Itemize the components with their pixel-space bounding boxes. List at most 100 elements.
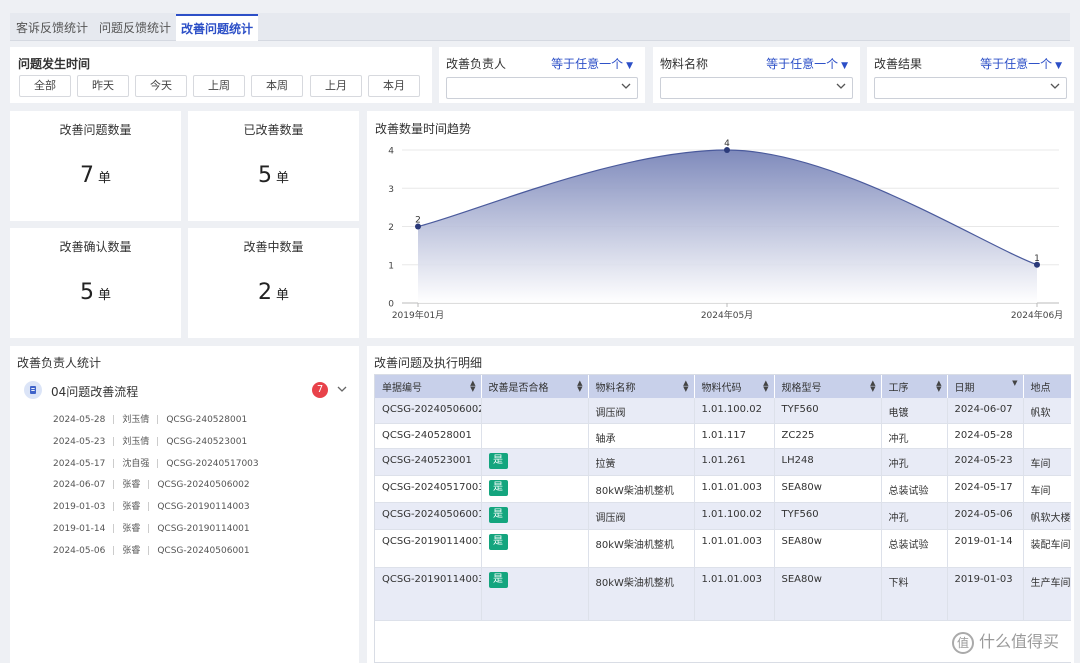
owner-list-item[interactable]: 2019-01-03 张睿 QCSG-20190114003 [53,499,250,515]
table-cell [1023,423,1071,449]
tab-bar: 客诉反馈统计 问题反馈统计 改善问题统计 [10,13,1070,41]
filter-owner-operator[interactable]: 等于任意一个 ▼ [551,55,633,72]
filter-material-select[interactable] [660,77,853,99]
filter-material-operator[interactable]: 等于任意一个 ▼ [766,55,848,72]
owner-list-item[interactable]: 2024-05-17 沈自强 QCSG-20240517003 [53,456,259,472]
table-row[interactable]: QCSG-20240517003 是 80kW柴油机整机 1.01.01.003 SEA… [375,475,1071,503]
time-btn-yesterday[interactable]: 昨天 [77,75,129,97]
chevron-down-icon [621,83,631,89]
kpi-unit: 单 [275,288,289,303]
item-person: 张睿 [122,480,141,490]
column-header[interactable]: 物料名称 ▲ ▼ [588,375,695,398]
y-tick-label: 1 [388,261,394,271]
owner-list-item[interactable]: 2024-06-07 张睿 QCSG-20240506002 [53,477,250,493]
table-cell: 下料 [881,567,948,621]
chevron-down-icon[interactable] [336,383,348,395]
column-header[interactable]: 规格型号 ▲ ▼ [774,375,882,398]
caret-down-icon[interactable]: ▼ [1012,380,1017,387]
divider [148,524,150,533]
table-cell: 2019-01-03 [947,567,1024,621]
table-cell: 是 [481,502,589,530]
sort-icon[interactable]: ▲ ▼ [936,380,941,393]
item-date: 2019-01-14 [53,524,106,534]
qualified-badge: 是 [488,506,508,523]
time-filter-title: 问题发生时间 [18,57,91,71]
table-cell: 是 [481,448,589,476]
item-code: QCSG-20240506002 [157,480,250,490]
time-btn-today[interactable]: 今天 [135,75,187,97]
item-person: 张睿 [122,524,141,534]
column-header[interactable]: 改善是否合格 ▲ ▼ [481,375,589,398]
table-cell: SEA80w [774,567,882,621]
time-filter-panel: 问题发生时间 全部 昨天 今天 上周 本周 上月 本月 [10,47,432,103]
table-cell: LH248 [774,448,882,476]
y-tick-label: 4 [388,147,394,157]
divider [148,502,150,511]
item-date: 2024-05-06 [53,546,106,556]
table-cell: QCSG-20190114001 [375,529,482,568]
table-row[interactable]: QCSG-20240506001 是 调压阀 1.01.100.02 TYF560 冲孔 2… [375,502,1071,530]
table-row[interactable]: QCSG-240523001 是 拉簧 1.01.261 LH248 冲孔 2024-05-… [375,448,1071,476]
time-btn-this-month[interactable]: 本月 [368,75,420,97]
time-btn-last-week[interactable]: 上周 [193,75,245,97]
column-header[interactable]: 物料代码 ▲ ▼ [694,375,775,398]
caret-down-icon: ▼ [1055,61,1062,71]
column-header[interactable]: 地点 [1023,375,1071,398]
table-cell: 1.01.100.02 [694,398,775,424]
data-label: 4 [724,139,730,149]
tab-issue-feedback-stats[interactable]: 问题反馈统计 [94,15,176,41]
table-cell: TYF560 [774,502,882,530]
table-row[interactable]: QCSG-240528001 轴承 1.01.117 ZC225 冲孔 2024-05-2… [375,423,1071,449]
item-date: 2024-05-23 [53,437,106,447]
detail-table-scroll[interactable]: 单据编号 ▲ ▼ 改善是否合格 ▲ ▼ 物料名称 ▲ ▼ 物料代码 ▲ ▼ 规格型号 ▲ ▼ 工序 ▲ ▼ 日期 ▼ 地… [374,374,1071,663]
table-cell: TYF560 [774,398,882,424]
table-row[interactable]: QCSG-20190114003 是 80kW柴油机整机 1.01.01.003 SEA… [375,567,1071,621]
table-row[interactable]: QCSG-20240506002 调压阀 1.01.100.02 TYF560 电镀 20… [375,398,1071,424]
flow-name: 04问题改善流程 [51,385,139,399]
time-btn-all[interactable]: 全部 [19,75,71,97]
column-header[interactable]: 单据编号 ▲ ▼ [375,375,482,398]
filter-result-select[interactable] [874,77,1067,99]
filter-owner-select[interactable] [446,77,638,99]
area-fill [418,150,1037,303]
column-header-label: 工序 [888,383,909,394]
time-btn-this-week[interactable]: 本周 [251,75,303,97]
sort-icon[interactable]: ▲ ▼ [763,380,768,393]
item-code: QCSG-20190114003 [157,502,250,512]
column-header-label: 物料名称 [595,383,636,394]
caret-down-icon: ▼ [626,61,633,71]
owner-list-item[interactable]: 2024-05-06 张睿 QCSG-20240506001 [53,543,250,559]
qualified-badge: 是 [488,479,508,496]
sort-icon[interactable]: ▲ ▼ [577,380,582,393]
owner-list-item[interactable]: 2024-05-28 刘玉倩 QCSG-240528001 [53,412,247,428]
detail-table-title: 改善问题及执行明细 [374,356,483,370]
table-row[interactable]: QCSG-20190114001 是 80kW柴油机整机 1.01.01.003 SEA… [375,529,1071,568]
owner-list-item[interactable]: 2019-01-14 张睿 QCSG-20190114001 [53,521,250,537]
sort-icon[interactable]: ▲ ▼ [870,380,875,393]
table-cell: 车间 [1023,475,1071,503]
item-code: QCSG-240528001 [166,415,248,425]
tab-improvement-stats[interactable]: 改善问题统计 [176,14,258,41]
item-person: 张睿 [122,546,141,556]
flow-group-header[interactable]: 04问题改善流程 7 [24,378,347,404]
owner-stats-panel: 改善负责人统计 04问题改善流程 7 2024-05-28 刘玉倩 QCSG-240… [10,346,359,663]
table-cell: 车间 [1023,448,1071,476]
column-header[interactable]: 日期 ▼ [947,375,1024,398]
sort-icon[interactable]: ▲ ▼ [683,380,688,393]
y-tick-label: 2 [388,223,394,233]
sort-icon[interactable]: ▲ ▼ [470,380,475,393]
table-cell: 帆软 [1023,398,1071,424]
table-cell: 生产车间 [1023,567,1071,621]
filter-result-operator[interactable]: 等于任意一个 ▼ [980,55,1062,72]
kpi-in-progress: 改善中数量 2单 [188,228,359,338]
item-person: 刘玉倩 [122,415,150,425]
owner-list-item[interactable]: 2024-05-23 刘玉倩 QCSG-240523001 [53,434,247,450]
table-cell: 调压阀 [588,502,695,530]
table-cell: 1.01.01.003 [694,529,775,568]
time-btn-last-month[interactable]: 上月 [310,75,362,97]
column-header-label: 地点 [1030,383,1051,394]
column-header[interactable]: 工序 ▲ ▼ [881,375,948,398]
tab-complaint-stats[interactable]: 客诉反馈统计 [10,15,94,41]
table-cell: 2024-05-17 [947,475,1024,503]
table-cell: QCSG-20190114003 [375,567,482,621]
